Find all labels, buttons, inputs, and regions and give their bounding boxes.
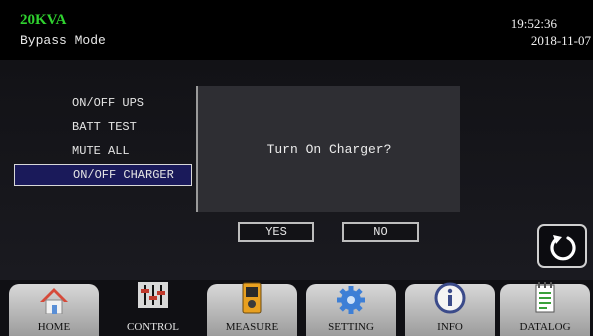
clock-date: 2018-11-07: [530, 33, 591, 48]
menu-item-label: MUTE ALL: [72, 144, 130, 158]
tab-label: MEASURE: [225, 321, 279, 333]
tab-info[interactable]: INFO: [402, 280, 498, 336]
yes-button[interactable]: YES: [238, 222, 314, 242]
clock-time: 19:52:36: [510, 16, 557, 31]
ups-model-label: 20KVA: [20, 12, 67, 28]
tab-label: CONTROL: [127, 321, 179, 333]
tab-label: SETTING: [328, 321, 374, 333]
confirm-dialog: Turn On Charger?: [196, 86, 460, 212]
menu-item-on-off-ups[interactable]: ON/OFF UPS: [14, 92, 192, 114]
tab-datalog[interactable]: DATALOG: [497, 280, 593, 336]
menu-item-on-off-charger[interactable]: ON/OFF CHARGER: [14, 164, 192, 186]
menu-item-label: BATT TEST: [72, 120, 137, 134]
home-icon: [40, 288, 68, 314]
tab-control[interactable]: CONTROL: [105, 280, 201, 336]
meter-icon: [242, 282, 262, 314]
log-icon: [535, 282, 555, 313]
tab-setting[interactable]: SETTING: [303, 280, 399, 336]
refresh-icon: [550, 235, 576, 261]
dialog-message: Turn On Charger?: [266, 142, 392, 157]
tab-home[interactable]: HOME: [6, 280, 102, 336]
sliders-icon: [138, 282, 168, 308]
operating-mode-label: Bypass Mode: [20, 33, 106, 48]
menu-item-mute-all[interactable]: MUTE ALL: [14, 140, 192, 162]
menu-item-batt-test[interactable]: BATT TEST: [14, 116, 192, 138]
refresh-button[interactable]: [537, 224, 587, 268]
menu-item-label: ON/OFF UPS: [72, 96, 145, 110]
tab-label: INFO: [437, 321, 463, 333]
info-icon: [434, 282, 466, 314]
tab-label: DATALOG: [519, 321, 571, 333]
tab-label: HOME: [37, 321, 71, 333]
menu-item-label: ON/OFF CHARGER: [73, 168, 174, 182]
gear-icon: [337, 286, 365, 314]
no-button[interactable]: NO: [342, 222, 419, 242]
tab-measure[interactable]: MEASURE: [204, 280, 300, 336]
status-header: 20KVA Bypass Mode 19:52:36 2018-11-07: [0, 0, 593, 61]
bottom-tab-bar: HOME CONTROL MEASURE SETTING INFO DATALO…: [0, 280, 593, 336]
